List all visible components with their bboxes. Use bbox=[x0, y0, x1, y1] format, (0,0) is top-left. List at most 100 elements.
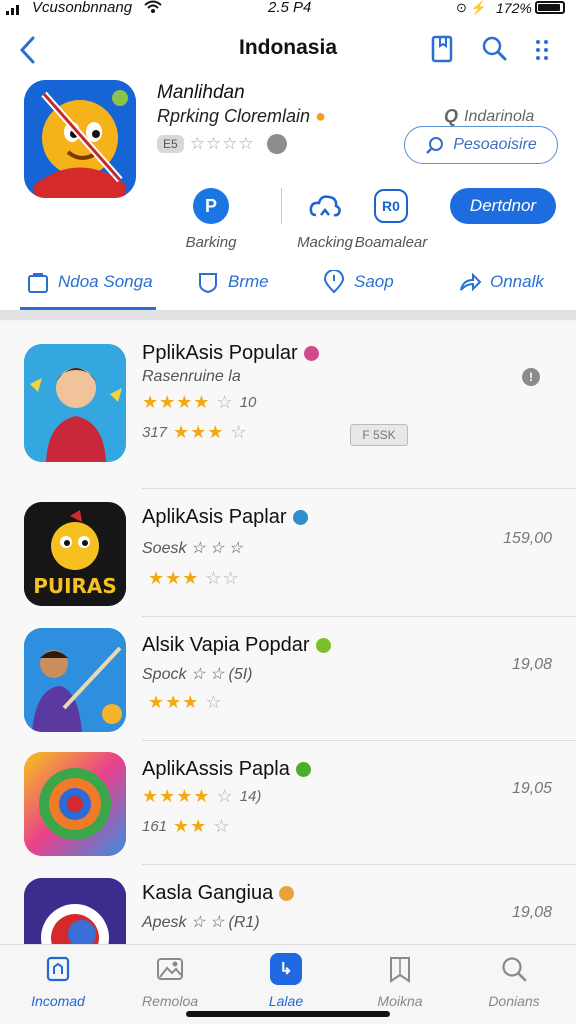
thumbnail-label: PUIRAS bbox=[33, 574, 117, 598]
list-item-subtitle: Soesk ☆ ☆ ☆ bbox=[142, 540, 243, 557]
tab-lalae[interactable]: ↳ Lalae bbox=[238, 953, 334, 1009]
list-item-title: PplikAsis Popular bbox=[142, 342, 319, 365]
search-icon bbox=[426, 137, 444, 154]
app-thumbnail bbox=[24, 752, 126, 856]
alarm-icon: ⊙ ⚡ bbox=[456, 0, 487, 15]
list-item-title: Kasla Gangiua bbox=[142, 882, 295, 905]
title-text: PplikAsis Popular bbox=[142, 342, 298, 364]
tab-label: Brme bbox=[228, 272, 269, 291]
more-button[interactable] bbox=[532, 34, 552, 64]
price-value: 159,00 bbox=[503, 530, 552, 547]
size-badge: F 5SK bbox=[350, 424, 408, 446]
info-icon[interactable] bbox=[266, 134, 287, 154]
action-barking[interactable]: P Barking bbox=[156, 188, 266, 251]
app-thumbnail bbox=[24, 628, 126, 732]
tab-label: Incomad bbox=[31, 993, 85, 1009]
stars-empty: ☆ bbox=[230, 422, 248, 442]
signal-icon bbox=[6, 4, 19, 15]
status-bar: Vcusonbnnang 2.5 P4 ⊙ ⚡ 172% bbox=[0, 0, 576, 20]
star-rating: ★★★ ☆ bbox=[148, 692, 223, 713]
title-text: AplikAssis Papla bbox=[142, 758, 290, 780]
divider bbox=[142, 616, 576, 617]
tab-brme[interactable]: Brme bbox=[196, 258, 269, 306]
tab-label: Donians bbox=[488, 993, 540, 1009]
home-indicator[interactable] bbox=[186, 1011, 390, 1017]
list-item-title: Alsik Vapia Popdar bbox=[142, 634, 331, 657]
rating-count: 14) bbox=[239, 788, 262, 805]
app-thumbnail bbox=[24, 344, 126, 462]
tab-label: Onnalk bbox=[490, 272, 544, 291]
tab-label: Ndoa Songa bbox=[58, 272, 153, 291]
list-item-title: AplikAssis Papla bbox=[142, 758, 311, 781]
list-item[interactable]: AplikAssis Papla ★★★★ ☆ 14) 161 ★★ ☆ 19,05 bbox=[0, 742, 576, 866]
action-label: Boamalear bbox=[354, 234, 428, 251]
region-icon: Q bbox=[444, 106, 459, 126]
tab-ndoa-songa[interactable]: Ndoa Songa bbox=[26, 258, 153, 306]
star-rating-icon: ☆☆☆☆ bbox=[189, 134, 255, 153]
app-icon[interactable] bbox=[24, 80, 136, 198]
emoji-icon: ● bbox=[315, 106, 326, 126]
battery-percent: 172% bbox=[496, 0, 532, 16]
star-rating: ★★★ ☆☆ bbox=[148, 568, 240, 589]
action-label: Barking bbox=[185, 234, 237, 251]
bag-icon bbox=[28, 273, 48, 293]
region-button[interactable]: Pesoaoisire bbox=[404, 126, 558, 164]
tab-donians[interactable]: Donians bbox=[466, 953, 562, 1009]
secondary-rating: 317 ★★★ ☆ bbox=[142, 422, 248, 443]
emoji-icon bbox=[292, 510, 308, 525]
list-item[interactable]: Kasla Gangiua Apesk ☆ ☆ (R1) 19,08 bbox=[0, 866, 576, 946]
bookmark-button[interactable] bbox=[428, 34, 456, 64]
stars-filled: ★★★★ bbox=[142, 786, 211, 806]
wifi-icon bbox=[144, 0, 162, 16]
tab-label: Lalae bbox=[268, 993, 304, 1009]
stars-empty: ☆ bbox=[216, 786, 234, 806]
emoji-icon bbox=[315, 638, 331, 653]
emoji-icon bbox=[303, 346, 319, 361]
book-icon bbox=[384, 953, 416, 985]
secondary-number: 161 bbox=[142, 818, 168, 835]
list-item-subtitle: Spock ☆ ☆ (5I) bbox=[142, 666, 253, 683]
r0-icon: R0 bbox=[374, 189, 408, 223]
list-item-subtitle: Apesk ☆ ☆ (R1) bbox=[142, 914, 260, 931]
bookmark-icon bbox=[431, 35, 453, 63]
list-item[interactable]: Alsik Vapia Popdar Spock ☆ ☆ (5I) ★★★ ☆ 1… bbox=[0, 618, 576, 742]
price-value: 19,05 bbox=[511, 780, 552, 797]
location-icon bbox=[323, 270, 345, 294]
title-text: AplikAsis Paplar bbox=[142, 506, 287, 528]
p-icon: P bbox=[193, 188, 229, 224]
stars-empty: ☆ bbox=[216, 392, 234, 412]
tab-saop[interactable]: Saop bbox=[322, 258, 394, 306]
action-boamalear[interactable]: R0 Boamalear bbox=[336, 188, 446, 251]
list-item[interactable]: PplikAsis Popular Rasenruine la ★★★★ ☆ 10 … bbox=[0, 322, 576, 490]
tab-moikna[interactable]: Moikna bbox=[352, 953, 448, 1009]
tab-remoloa[interactable]: Remoloa bbox=[122, 953, 218, 1009]
price-value: 19,08 bbox=[511, 904, 552, 921]
title-text: Alsik Vapia Popdar bbox=[142, 634, 310, 656]
app-thumbnail: PUIRAS bbox=[24, 502, 126, 606]
clock: 2.5 P4 bbox=[268, 0, 312, 16]
tab-onnalk[interactable]: Onnalk bbox=[458, 258, 544, 306]
divider bbox=[142, 864, 576, 865]
tab-incomad[interactable]: Incomad bbox=[10, 953, 106, 1009]
primary-button[interactable]: Dertdnor bbox=[450, 188, 556, 224]
search-icon bbox=[482, 36, 507, 61]
emoji-icon bbox=[295, 762, 311, 777]
divider bbox=[142, 488, 576, 489]
action-row: P Barking Macking R0 Boamalear Dertdnor bbox=[0, 188, 576, 258]
app-rating: E5 ☆☆☆☆ bbox=[157, 134, 287, 154]
divider bbox=[142, 740, 576, 741]
app-subtitle: Rprking Cloremlain ● bbox=[157, 106, 326, 126]
stars-filled: ★★★ bbox=[148, 568, 200, 588]
info-icon[interactable]: ! bbox=[522, 368, 540, 386]
rating-count: 10 bbox=[239, 394, 257, 411]
list-item[interactable]: PUIRAS AplikAsis Paplar Soesk ☆ ☆ ☆ ★★★ ☆… bbox=[0, 490, 576, 618]
featured-app-card: Manlihdan Rprking Cloremlain ● E5 ☆☆☆☆ Q… bbox=[0, 80, 576, 260]
secondary-number: 317 bbox=[142, 424, 168, 441]
apps-icon: ↳ bbox=[270, 953, 302, 985]
stars-empty: ☆☆ bbox=[205, 568, 240, 588]
list-item-title: AplikAsis Paplar bbox=[142, 506, 308, 529]
shield-icon bbox=[199, 273, 217, 294]
app-header: Indonasia Manlihdan Rprking Cloremlain ●… bbox=[0, 20, 576, 320]
tab-bar-top: Ndoa Songa Brme Saop Onnalk bbox=[0, 258, 576, 310]
search-button[interactable] bbox=[480, 34, 508, 64]
